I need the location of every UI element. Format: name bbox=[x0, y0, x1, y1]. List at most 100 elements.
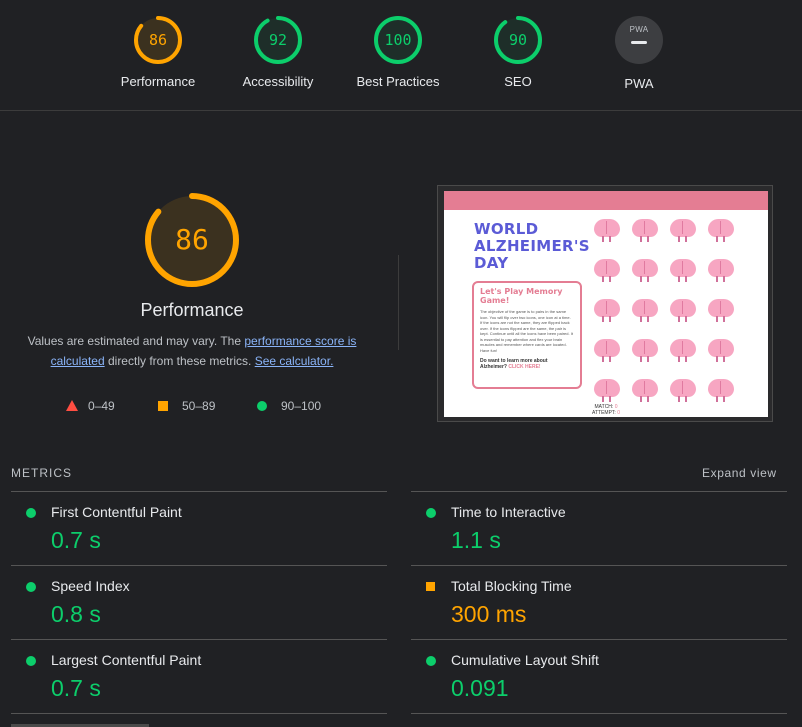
metric-name: Speed Index bbox=[51, 578, 130, 594]
screenshot-score: MATCH: 0 ATTEMPT: 0 bbox=[444, 404, 768, 416]
gauge-seo[interactable]: 90 SEO bbox=[458, 14, 578, 89]
brain-icon bbox=[668, 259, 698, 283]
brain-icon bbox=[592, 339, 622, 363]
metric-value: 300 ms bbox=[451, 601, 527, 627]
card-title-line-1: Let's Play Memory bbox=[480, 287, 563, 296]
performance-gauge-section: 86 Performance Values are estimated and … bbox=[12, 190, 372, 371]
legend-pass-label: 90–100 bbox=[281, 399, 322, 413]
legend-average: 50–89 bbox=[158, 398, 215, 414]
desc-text-middle: directly from these metrics. bbox=[104, 354, 255, 368]
metric-value: 0.091 bbox=[451, 675, 509, 701]
legend-fail: 0–49 bbox=[66, 398, 115, 414]
performance-title: Performance bbox=[140, 300, 244, 320]
card-click-here-link: CLICK HERE! bbox=[508, 364, 541, 370]
headline-line-1: WORLD bbox=[474, 220, 539, 238]
brain-icon bbox=[592, 299, 622, 323]
metric-name: Total Blocking Time bbox=[451, 578, 572, 594]
seo-score: 90 bbox=[508, 31, 528, 49]
category-summary-bar: 86 Performance 92 Accessibility 100 Best… bbox=[0, 0, 802, 111]
legend-pass: 90–100 bbox=[257, 398, 321, 414]
metric-largest-contentful-paint: Largest Contentful Paint 0.7 s bbox=[11, 639, 387, 713]
performance-big-gauge: 86 bbox=[142, 190, 242, 290]
see-calculator-link[interactable]: See calculator. bbox=[255, 354, 334, 368]
fail-triangle-icon bbox=[66, 400, 78, 411]
metric-total-blocking-time: Total Blocking Time 300 ms bbox=[411, 565, 787, 639]
best-practices-score: 100 bbox=[384, 31, 412, 49]
legend-fail-label: 0–49 bbox=[88, 399, 115, 413]
pwa-badge-wrap: PWA bbox=[613, 16, 665, 68]
pass-circle-icon bbox=[26, 656, 36, 666]
vertical-divider bbox=[398, 255, 399, 350]
brain-icon bbox=[592, 219, 622, 243]
brain-icon bbox=[706, 299, 736, 323]
final-screenshot[interactable]: WORLD ALZHEIMER'S DAY Let's Play Memory … bbox=[437, 185, 773, 422]
pass-circle-icon bbox=[26, 508, 36, 518]
brain-icon bbox=[706, 339, 736, 363]
headline-line-3: DAY bbox=[474, 254, 509, 272]
card-body: The objective of the game is to pairs in… bbox=[480, 309, 573, 353]
metric-name: First Contentful Paint bbox=[51, 504, 182, 520]
metric-value: 0.8 s bbox=[51, 601, 101, 627]
brain-icon bbox=[630, 259, 660, 283]
brain-icon bbox=[706, 379, 736, 403]
performance-description: Values are estimated and may vary. The p… bbox=[12, 331, 372, 371]
brain-icon bbox=[630, 219, 660, 243]
pwa-dash-icon bbox=[631, 41, 647, 44]
metric-name: Largest Contentful Paint bbox=[51, 652, 202, 668]
metric-speed-index: Speed Index 0.8 s bbox=[11, 565, 387, 639]
metric-value: 1.1 s bbox=[451, 527, 501, 553]
card-question: Do want to learn more about Alzheimer? C… bbox=[480, 358, 574, 370]
accessibility-label: Accessibility bbox=[242, 74, 314, 89]
metric-name: Time to Interactive bbox=[451, 504, 566, 520]
brain-icon bbox=[668, 219, 698, 243]
brain-icon bbox=[630, 379, 660, 403]
metric-name: Cumulative Layout Shift bbox=[451, 652, 599, 668]
gauge-best-practices[interactable]: 100 Best Practices bbox=[338, 14, 458, 89]
screenshot-header-bar bbox=[444, 191, 768, 210]
seo-gauge-ring: 90 bbox=[492, 14, 544, 66]
brain-icon bbox=[630, 299, 660, 323]
brain-icon bbox=[668, 299, 698, 323]
metric-value: 0.7 s bbox=[51, 675, 101, 701]
card-title-line-2: Game! bbox=[480, 296, 510, 305]
pass-circle-icon bbox=[257, 401, 267, 411]
expand-view-toggle[interactable]: Expand view bbox=[702, 466, 777, 480]
metric-first-contentful-paint: First Contentful Paint 0.7 s bbox=[11, 491, 387, 565]
performance-score: 86 bbox=[148, 31, 168, 49]
gauge-pwa[interactable]: PWA PWA bbox=[579, 14, 699, 91]
seo-label: SEO bbox=[504, 74, 532, 89]
average-square-icon bbox=[426, 582, 435, 591]
headline-line-2: ALZHEIMER'S bbox=[474, 237, 590, 255]
performance-big-score: 86 bbox=[175, 223, 209, 256]
best-practices-label: Best Practices bbox=[356, 74, 440, 89]
screenshot-game-card: Let's Play Memory Game! The objective of… bbox=[472, 281, 582, 389]
brain-icon bbox=[668, 339, 698, 363]
metrics-header: METRICS bbox=[11, 466, 72, 480]
brain-icon bbox=[706, 259, 736, 283]
legend-average-label: 50–89 bbox=[182, 399, 216, 413]
gauge-accessibility[interactable]: 92 Accessibility bbox=[218, 14, 338, 89]
pwa-badge-text: PWA bbox=[629, 25, 649, 34]
screenshot-headline: WORLD ALZHEIMER'S DAY bbox=[474, 221, 590, 272]
average-square-icon bbox=[158, 401, 168, 411]
brain-icon bbox=[668, 379, 698, 403]
pass-circle-icon bbox=[26, 582, 36, 592]
brain-icon bbox=[630, 339, 660, 363]
pass-circle-icon bbox=[426, 656, 436, 666]
attempt-label: ATTEMPT: bbox=[592, 410, 618, 416]
best-practices-gauge-ring: 100 bbox=[372, 14, 424, 66]
brain-icon bbox=[592, 379, 622, 403]
performance-label: Performance bbox=[120, 74, 196, 89]
pwa-icon: PWA bbox=[615, 16, 663, 64]
desc-text: Values are estimated and may vary. The bbox=[27, 334, 245, 348]
accessibility-gauge-ring: 92 bbox=[252, 14, 304, 66]
brain-icon bbox=[706, 219, 736, 243]
screenshot-page: WORLD ALZHEIMER'S DAY Let's Play Memory … bbox=[444, 191, 768, 417]
attempt-value: 0 bbox=[617, 410, 620, 416]
metric-time-to-interactive: Time to Interactive 1.1 s bbox=[411, 491, 787, 565]
metrics-bottom-divider-right bbox=[411, 713, 787, 714]
brain-icon bbox=[592, 259, 622, 283]
performance-gauge-ring: 86 bbox=[132, 14, 184, 66]
gauge-performance[interactable]: 86 Performance bbox=[98, 14, 218, 89]
pwa-label: PWA bbox=[624, 76, 654, 91]
